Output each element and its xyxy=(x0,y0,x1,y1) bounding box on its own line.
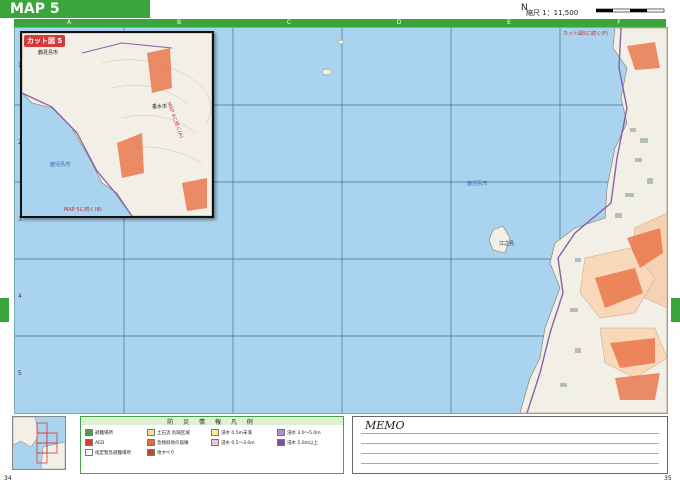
side-tab-right xyxy=(671,298,680,322)
island-label: 江之島 xyxy=(499,241,515,247)
inset-sea-label: 鹿児島湾 xyxy=(50,162,71,168)
legend-item: 浸水 0.5〜3.0m xyxy=(211,439,255,446)
column-label: C xyxy=(286,19,292,26)
column-label: E xyxy=(507,19,511,26)
page-number-right: 35 xyxy=(664,475,672,482)
inset-place-label: 鶴見島市 xyxy=(38,50,59,56)
page-number-left: 34 xyxy=(4,475,12,482)
inset-map[interactable]: カット図 5 鶴見島市 垂水市 鹿児島湾 MAP 5に続く(B) MAP 4に続… xyxy=(20,31,214,218)
memo-title: MEMO xyxy=(365,419,405,432)
locator-map xyxy=(12,416,66,470)
sea-label: 鹿児島湾 xyxy=(467,181,488,187)
legend-item: 地すべり xyxy=(147,449,175,456)
column-label: A xyxy=(66,19,72,26)
scale-bar xyxy=(596,8,665,13)
legend-item: 指定緊急避難場所 xyxy=(85,449,131,456)
legend-item: 避難場所 xyxy=(85,429,113,436)
column-label: F xyxy=(617,19,621,26)
inset-tag: カット図 5 xyxy=(24,35,66,47)
map-title: MAP 5 xyxy=(10,1,60,17)
legend-item: 急傾斜地の崩壊 xyxy=(147,439,189,446)
column-label: D xyxy=(396,19,402,26)
memo-line xyxy=(361,443,659,444)
legend-box: 防 災 情 報 凡 例 避難場所 AED 指定緊急避難場所 土石流 危険区域 急… xyxy=(80,416,344,474)
legend-item: 浸水 3.0〜5.0m xyxy=(277,429,321,436)
locator-graphics xyxy=(12,416,66,470)
inset-bottom-link[interactable]: MAP 5に続く(B) xyxy=(64,206,102,213)
memo-box[interactable]: MEMO xyxy=(352,416,668,474)
map-title-bar: MAP 5 xyxy=(0,0,150,18)
side-tab-left xyxy=(0,298,9,322)
memo-line xyxy=(361,463,659,464)
continuation-link[interactable]: カット図5に続く(F) xyxy=(563,30,608,37)
legend-item: 浸水 0.5m未満 xyxy=(211,429,252,436)
memo-line xyxy=(361,433,659,434)
legend-item: 土石流 危険区域 xyxy=(147,429,190,436)
row-label: 5 xyxy=(18,370,22,377)
inset-graphics xyxy=(22,33,212,216)
scale-label: 縮尺 1：11,500 xyxy=(526,9,579,17)
legend-item: AED xyxy=(85,439,104,446)
column-label: B xyxy=(176,19,182,26)
row-label: 4 xyxy=(18,293,22,300)
legend-title: 防 災 情 報 凡 例 xyxy=(81,417,343,426)
column-index-bar: A B C D E F xyxy=(14,19,666,27)
legend-item: 浸水 5.0m以上 xyxy=(277,439,318,446)
memo-line xyxy=(361,453,659,454)
